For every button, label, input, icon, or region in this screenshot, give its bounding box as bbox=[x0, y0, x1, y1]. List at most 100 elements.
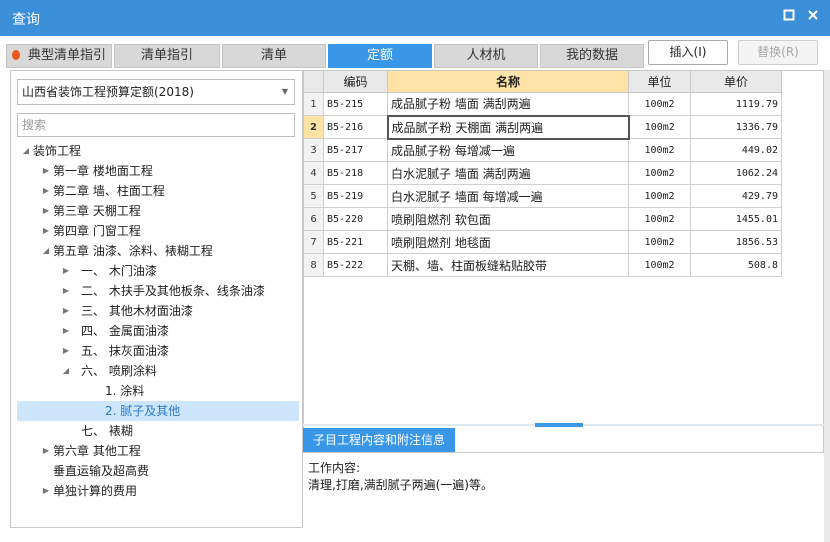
collapse-arrow-icon[interactable]: ◢ bbox=[41, 241, 51, 261]
expand-arrow-icon[interactable]: ▶ bbox=[41, 481, 51, 501]
row-number-cell[interactable]: 8 bbox=[303, 253, 324, 277]
expand-arrow-icon[interactable]: ▶ bbox=[41, 201, 51, 221]
expand-arrow-icon[interactable]: ▶ bbox=[41, 221, 51, 241]
row-number-cell[interactable]: 4 bbox=[303, 161, 324, 185]
tree-node[interactable]: ▶ 第一章 楼地面工程 bbox=[17, 161, 299, 181]
code-cell[interactable]: B5-217 bbox=[323, 138, 388, 162]
name-cell[interactable]: 天棚、墙、柱面板缝粘贴胶带 bbox=[387, 253, 629, 277]
expand-arrow-icon[interactable]: ▶ bbox=[61, 341, 71, 361]
tree-node[interactable]: ▶ 第四章 门窗工程 bbox=[17, 221, 299, 241]
row-number-cell[interactable]: 3 bbox=[303, 138, 324, 162]
unit-cell[interactable]: 100m2 bbox=[628, 230, 691, 254]
price-cell[interactable]: 1336.79 bbox=[690, 115, 782, 139]
table-row[interactable]: 8 B5-222 天棚、墙、柱面板缝粘贴胶带 100m2 508.8 bbox=[303, 253, 782, 277]
expand-arrow-icon[interactable]: ▶ bbox=[61, 321, 71, 341]
tree-node[interactable]: 2. 腻子及其他 bbox=[17, 401, 299, 421]
name-cell[interactable]: 喷刷阻燃剂 地毯面 bbox=[387, 230, 629, 254]
table-row[interactable]: 4 B5-218 白水泥腻子 墙面 满刮两遍 100m2 1062.24 bbox=[303, 161, 782, 185]
search-input[interactable] bbox=[17, 113, 295, 137]
expand-arrow-icon[interactable]: ▶ bbox=[61, 281, 71, 301]
tab-labor-material-machine[interactable]: 人材机 bbox=[434, 44, 538, 68]
table-row[interactable]: 7 B5-221 喷刷阻燃剂 地毯面 100m2 1856.53 bbox=[303, 230, 782, 254]
name-column-header[interactable]: 名称 bbox=[387, 70, 629, 93]
row-number-header bbox=[303, 70, 324, 93]
row-number-cell[interactable]: 1 bbox=[303, 92, 324, 116]
unit-column-header[interactable]: 单位 bbox=[628, 70, 691, 93]
tree-node[interactable]: ◢ 第五章 油漆、涂料、裱糊工程 bbox=[17, 241, 299, 261]
splitter-grip-icon[interactable] bbox=[535, 423, 583, 427]
unit-cell[interactable]: 100m2 bbox=[628, 207, 691, 231]
table-row[interactable]: 5 B5-219 白水泥腻子 墙面 每增减一遍 100m2 429.79 bbox=[303, 184, 782, 208]
code-cell[interactable]: B5-216 bbox=[323, 115, 388, 139]
maximize-icon[interactable] bbox=[782, 9, 796, 23]
row-number-cell[interactable]: 6 bbox=[303, 207, 324, 231]
name-cell[interactable]: 白水泥腻子 墙面 满刮两遍 bbox=[387, 161, 629, 185]
tree-node[interactable]: 垂直运输及超高费 bbox=[17, 461, 299, 481]
tree-node[interactable]: ▶ 第六章 其他工程 bbox=[17, 441, 299, 461]
price-cell[interactable]: 429.79 bbox=[690, 184, 782, 208]
price-cell[interactable]: 508.8 bbox=[690, 253, 782, 277]
tab-list-guide[interactable]: 清单指引 bbox=[114, 44, 220, 68]
code-cell[interactable]: B5-218 bbox=[323, 161, 388, 185]
quota-library-dropdown[interactable]: 山西省装饰工程预算定额(2018) ▼ bbox=[17, 79, 295, 105]
tab-typical-list-guide[interactable]: 典型清单指引 bbox=[6, 44, 112, 68]
price-cell[interactable]: 1856.53 bbox=[690, 230, 782, 254]
tree-node[interactable]: ◢ 装饰工程 bbox=[17, 141, 299, 161]
tree-node[interactable]: ▶ 第二章 墙、柱面工程 bbox=[17, 181, 299, 201]
tree-node[interactable]: ▶ 二、 木扶手及其他板条、线条油漆 bbox=[17, 281, 299, 301]
name-cell[interactable]: 成品腻子粉 墙面 满刮两遍 bbox=[387, 92, 629, 116]
unit-cell[interactable]: 100m2 bbox=[628, 184, 691, 208]
table-row[interactable]: 2 B5-216 成品腻子粉 天棚面 满刮两遍 100m2 1336.79 bbox=[303, 114, 782, 140]
row-number-cell[interactable]: 5 bbox=[303, 184, 324, 208]
tree-node[interactable]: ▶ 第三章 天棚工程 bbox=[17, 201, 299, 221]
price-cell[interactable]: 1062.24 bbox=[690, 161, 782, 185]
info-tab[interactable]: 子目工程内容和附注信息 bbox=[303, 428, 456, 452]
tab-my-data[interactable]: 我的数据 bbox=[540, 44, 644, 68]
code-cell[interactable]: B5-221 bbox=[323, 230, 388, 254]
tree-node[interactable]: ◢ 六、 喷刷涂料 bbox=[17, 361, 299, 381]
code-cell[interactable]: B5-220 bbox=[323, 207, 388, 231]
price-cell[interactable]: 1455.01 bbox=[690, 207, 782, 231]
panel-splitter[interactable] bbox=[303, 423, 824, 427]
tree-node[interactable]: ▶ 单独计算的费用 bbox=[17, 481, 299, 501]
unit-cell[interactable]: 100m2 bbox=[628, 92, 691, 116]
tree-node[interactable]: ▶ 一、 木门油漆 bbox=[17, 261, 299, 281]
expand-arrow-icon[interactable]: ▶ bbox=[41, 161, 51, 181]
unit-cell[interactable]: 100m2 bbox=[628, 115, 691, 139]
expand-arrow-icon[interactable]: ▶ bbox=[61, 301, 71, 321]
code-cell[interactable]: B5-222 bbox=[323, 253, 388, 277]
insert-button[interactable]: 插入(I) bbox=[648, 40, 728, 65]
collapse-arrow-icon[interactable]: ◢ bbox=[21, 141, 31, 161]
unit-cell[interactable]: 100m2 bbox=[628, 138, 691, 162]
close-icon[interactable] bbox=[806, 9, 820, 23]
price-cell[interactable]: 449.02 bbox=[690, 138, 782, 162]
row-number-cell[interactable]: 2 bbox=[303, 115, 324, 139]
expand-arrow-icon[interactable]: ▶ bbox=[41, 181, 51, 201]
name-cell[interactable]: 喷刷阻燃剂 软包面 bbox=[387, 207, 629, 231]
price-column-header[interactable]: 单价 bbox=[690, 70, 782, 93]
replace-button[interactable]: 替换(R) bbox=[738, 40, 818, 65]
expand-arrow-icon[interactable]: ▶ bbox=[41, 441, 51, 461]
table-row[interactable]: 1 B5-215 成品腻子粉 墙面 满刮两遍 100m2 1119.79 bbox=[303, 92, 782, 116]
tree-node[interactable]: ▶ 三、 其他木材面油漆 bbox=[17, 301, 299, 321]
name-cell[interactable]: 成品腻子粉 每增减一遍 bbox=[387, 138, 629, 162]
tree-node[interactable]: ▶ 四、 金属面油漆 bbox=[17, 321, 299, 341]
code-cell[interactable]: B5-219 bbox=[323, 184, 388, 208]
unit-cell[interactable]: 100m2 bbox=[628, 161, 691, 185]
name-cell[interactable]: 白水泥腻子 墙面 每增减一遍 bbox=[387, 184, 629, 208]
name-cell[interactable]: 成品腻子粉 天棚面 满刮两遍 bbox=[386, 114, 630, 140]
code-cell[interactable]: B5-215 bbox=[323, 92, 388, 116]
table-row[interactable]: 6 B5-220 喷刷阻燃剂 软包面 100m2 1455.01 bbox=[303, 207, 782, 231]
tab-list[interactable]: 清单 bbox=[222, 44, 326, 68]
tab-quota[interactable]: 定额 bbox=[328, 44, 432, 68]
tree-node[interactable]: 1. 涂料 bbox=[17, 381, 299, 401]
expand-arrow-icon[interactable]: ▶ bbox=[61, 261, 71, 281]
collapse-arrow-icon[interactable]: ◢ bbox=[61, 361, 71, 381]
price-cell[interactable]: 1119.79 bbox=[690, 92, 782, 116]
tree-node[interactable]: 七、 裱糊 bbox=[17, 421, 299, 441]
tree-node[interactable]: ▶ 五、 抹灰面油漆 bbox=[17, 341, 299, 361]
row-number-cell[interactable]: 7 bbox=[303, 230, 324, 254]
unit-cell[interactable]: 100m2 bbox=[628, 253, 691, 277]
code-column-header[interactable]: 编码 bbox=[323, 70, 388, 93]
table-row[interactable]: 3 B5-217 成品腻子粉 每增减一遍 100m2 449.02 bbox=[303, 138, 782, 162]
